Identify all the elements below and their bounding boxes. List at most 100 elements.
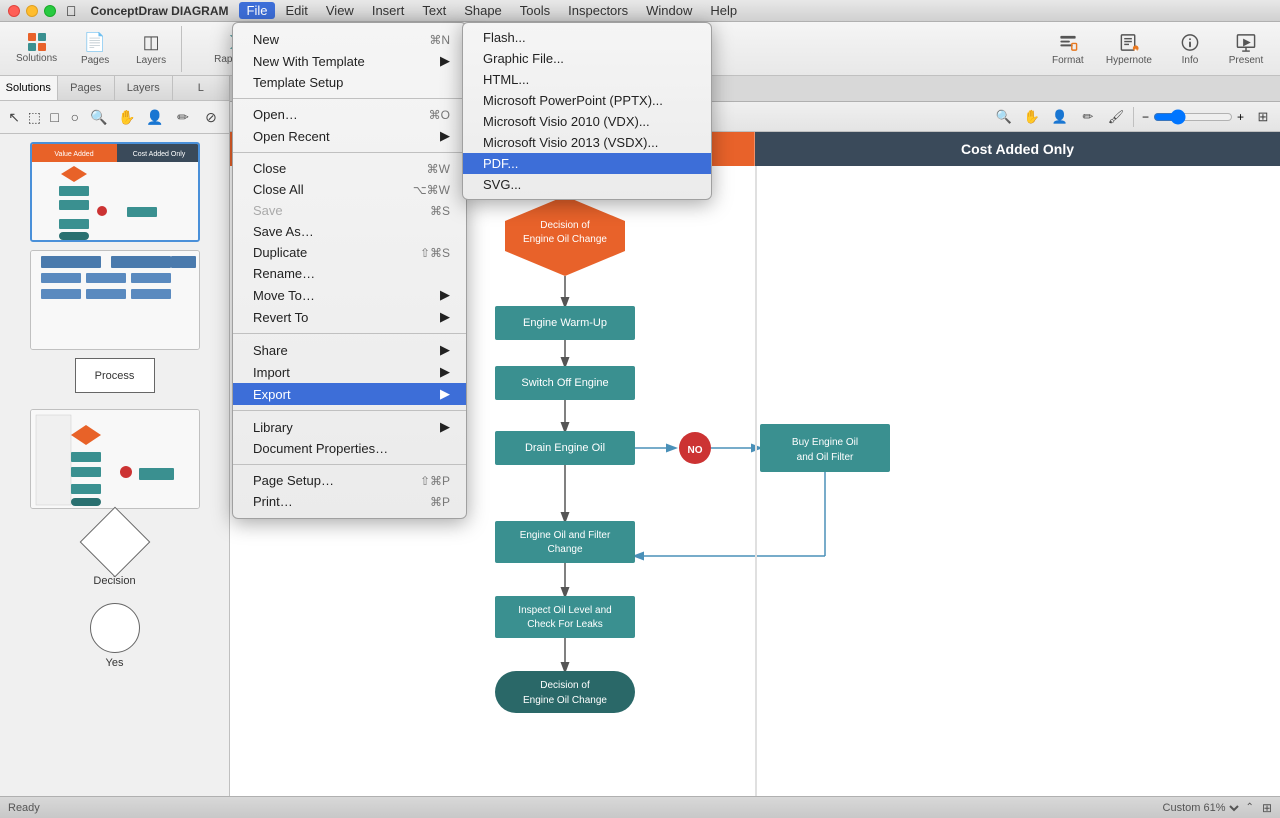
menu-new[interactable]: New ⌘N	[233, 29, 466, 50]
export-vsdx[interactable]: Microsoft Visio 2013 (VSDX)...	[463, 132, 711, 153]
present-label: Present	[1229, 55, 1263, 66]
process-label: Process	[95, 370, 135, 382]
svg-text:Decision of: Decision of	[540, 220, 590, 231]
shape-buy-oil[interactable]	[760, 424, 890, 472]
menu-share[interactable]: Share ▶	[233, 339, 466, 361]
minimize-button[interactable]	[26, 5, 38, 17]
menu-open[interactable]: Open… ⌘O	[233, 104, 466, 125]
pen-tool[interactable]: ✏	[171, 105, 195, 129]
menu-new-template[interactable]: New With Template ▶	[233, 50, 466, 72]
thumb-1[interactable]: Value Added Cost Added Only	[8, 142, 221, 242]
user-tool[interactable]: 👤	[143, 105, 167, 129]
info-label: Info	[1182, 55, 1199, 66]
search-canvas-icon[interactable]: 🔍	[991, 105, 1017, 129]
status-text: Ready	[8, 802, 40, 814]
shape-process-item: Process	[8, 358, 221, 393]
menu-window[interactable]: Window	[638, 2, 700, 19]
thumb-3[interactable]	[8, 409, 221, 509]
toolbar-group-nav: Solutions 📄 Pages ◫ Layers	[4, 26, 182, 72]
user-canvas-icon[interactable]: 👤	[1047, 105, 1073, 129]
export-vdx[interactable]: Microsoft Visio 2010 (VDX)...	[463, 111, 711, 132]
menu-library[interactable]: Library ▶	[233, 416, 466, 438]
menu-open-recent[interactable]: Open Recent ▶	[233, 125, 466, 147]
left-tabs: Solutions Pages Layers L	[0, 76, 229, 101]
tab-layers[interactable]: Layers	[115, 76, 173, 100]
apple-icon: 	[66, 3, 77, 19]
shape-decision-bottom[interactable]	[495, 671, 635, 713]
export-html[interactable]: HTML...	[463, 69, 711, 90]
format-button[interactable]: Format	[1042, 28, 1094, 70]
menu-text[interactable]: Text	[414, 2, 454, 19]
svg-text:Check For Leaks: Check For Leaks	[527, 619, 603, 630]
thumb-2[interactable]	[8, 250, 221, 350]
svg-text:Drain Engine Oil: Drain Engine Oil	[525, 442, 605, 454]
tab-pages[interactable]: Pages	[58, 76, 116, 100]
layers-button[interactable]: ◫ Layers	[125, 28, 177, 70]
menu-tools[interactable]: Tools	[512, 2, 558, 19]
menu-page-setup[interactable]: Page Setup… ⇧⌘P	[233, 470, 466, 491]
menu-close[interactable]: Close ⌘W	[233, 158, 466, 179]
menu-template-setup[interactable]: Template Setup	[233, 72, 466, 93]
col-cost-added: Cost Added Only	[755, 132, 1280, 166]
menu-help[interactable]: Help	[702, 2, 745, 19]
export-svg[interactable]: SVG...	[463, 174, 711, 195]
shape-inspect[interactable]	[495, 596, 635, 638]
cursor-tool[interactable]: ↖	[6, 105, 22, 129]
solutions-button[interactable]: Solutions	[8, 28, 65, 70]
close-button[interactable]	[8, 5, 20, 17]
menu-duplicate[interactable]: Duplicate ⇧⌘S	[233, 242, 466, 263]
pages-label: Pages	[81, 55, 109, 66]
zoom-select[interactable]: Custom 61%	[1159, 801, 1242, 815]
menu-view[interactable]: View	[318, 2, 362, 19]
toolbar-group-right: Format ★ Hypernote Info Present	[1038, 26, 1276, 72]
zoom-out-icon[interactable]: −	[1142, 110, 1149, 124]
app-name: ConceptDraw DIAGRAM	[91, 4, 229, 18]
menu-file[interactable]: File	[239, 2, 276, 19]
eraser-tool[interactable]: ⊘	[199, 105, 223, 129]
menu-save-as[interactable]: Save As…	[233, 221, 466, 242]
select-tool[interactable]: ⬚	[26, 105, 42, 129]
menu-shape[interactable]: Shape	[456, 2, 510, 19]
present-button[interactable]: Present	[1220, 28, 1272, 70]
menu-inspectors[interactable]: Inspectors	[560, 2, 636, 19]
tab-solutions[interactable]: Solutions	[0, 76, 58, 100]
menu-export[interactable]: Export ▶	[233, 383, 466, 405]
menu-doc-props[interactable]: Document Properties…	[233, 438, 466, 459]
menu-print[interactable]: Print… ⌘P	[233, 491, 466, 512]
hand-tool[interactable]: ✋	[115, 105, 139, 129]
yes-shape	[90, 603, 140, 653]
menu-insert[interactable]: Insert	[364, 2, 413, 19]
view-toggle: ⊞	[1262, 801, 1272, 815]
lane-divider	[755, 166, 757, 796]
left-panel: Solutions Pages Layers L ↖ ⬚ □ ○ 🔍 ✋ 👤 ✏…	[0, 76, 230, 818]
menu-import[interactable]: Import ▶	[233, 361, 466, 383]
zoom-slider[interactable]	[1153, 109, 1233, 125]
svg-text:Switch Off Engine: Switch Off Engine	[521, 377, 608, 389]
fit-to-page-icon[interactable]: ⊞	[1262, 801, 1272, 815]
export-graphic[interactable]: Graphic File...	[463, 48, 711, 69]
pages-button[interactable]: 📄 Pages	[69, 28, 121, 70]
brush-canvas-icon[interactable]: 🖌	[1103, 105, 1129, 129]
menu-revert-to[interactable]: Revert To ▶	[233, 306, 466, 328]
hand-canvas-icon[interactable]: ✋	[1019, 105, 1045, 129]
menu-close-all[interactable]: Close All ⌥⌘W	[233, 179, 466, 200]
tab-l[interactable]: L	[173, 76, 230, 100]
info-button[interactable]: Info	[1164, 28, 1216, 70]
rect-tool[interactable]: □	[47, 105, 63, 129]
search-tool[interactable]: 🔍	[87, 105, 111, 129]
export-flash[interactable]: Flash...	[463, 27, 711, 48]
menu-rename[interactable]: Rename…	[233, 263, 466, 284]
page-thumbnails: Value Added Cost Added Only	[0, 134, 229, 818]
export-pptx[interactable]: Microsoft PowerPoint (PPTX)...	[463, 90, 711, 111]
menu-move-to[interactable]: Move To… ▶	[233, 284, 466, 306]
zoom-in-icon[interactable]: +	[1237, 110, 1244, 124]
menu-save[interactable]: Save ⌘S	[233, 200, 466, 221]
shape-oil-change[interactable]	[495, 521, 635, 563]
hypernote-button[interactable]: ★ Hypernote	[1098, 28, 1160, 70]
menu-edit[interactable]: Edit	[277, 2, 315, 19]
fit-icon[interactable]: ⊞	[1250, 105, 1276, 129]
export-pdf[interactable]: PDF...	[463, 153, 711, 174]
maximize-button[interactable]	[44, 5, 56, 17]
oval-tool[interactable]: ○	[67, 105, 83, 129]
pen-canvas-icon[interactable]: ✏	[1075, 105, 1101, 129]
